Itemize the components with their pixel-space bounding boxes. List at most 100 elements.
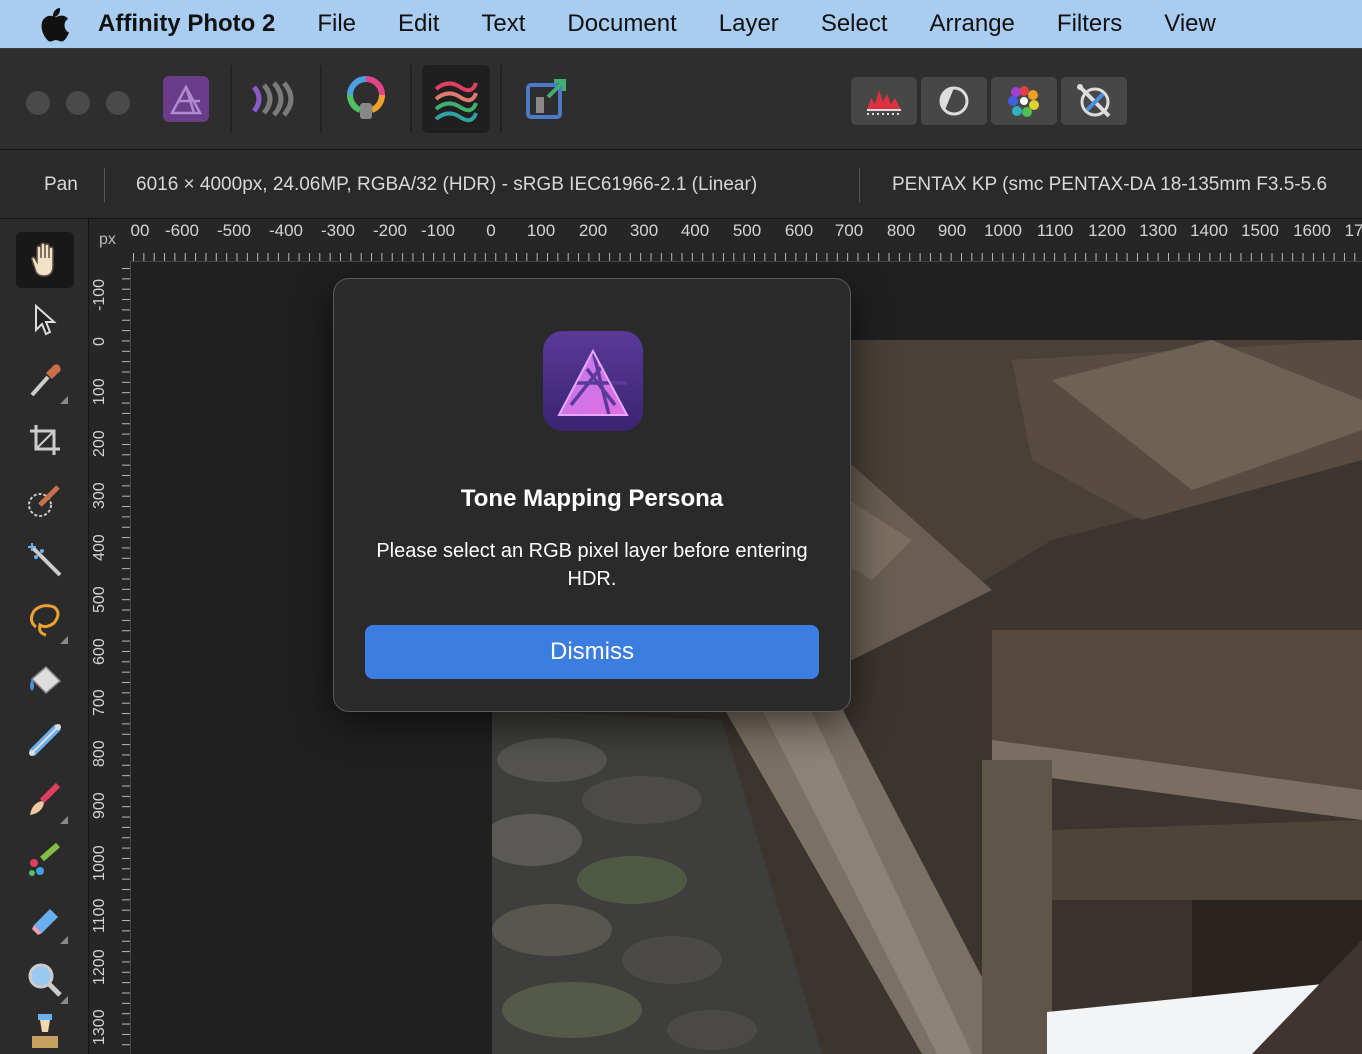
histogram-studio-button[interactable] xyxy=(851,77,917,125)
develop-persona-button[interactable] xyxy=(332,65,400,133)
ruler-label: 500 xyxy=(91,586,108,613)
tone-mapping-alert-dialog: Tone Mapping Persona Please select an RG… xyxy=(333,278,851,712)
menu-select[interactable]: Select xyxy=(821,10,888,38)
close-window-button[interactable] xyxy=(26,91,50,115)
paint-brush-icon xyxy=(30,782,61,815)
move-icon xyxy=(35,304,57,336)
ruler-corner: px xyxy=(89,219,130,261)
ruler-label: 800 xyxy=(91,740,108,767)
color-studio-button[interactable] xyxy=(991,77,1057,125)
liquify-persona-icon xyxy=(251,81,294,117)
ruler-label: 200 xyxy=(578,221,608,240)
menu-layer[interactable]: Layer xyxy=(719,10,779,38)
minimize-window-button[interactable] xyxy=(66,91,90,115)
ruler-label: 100 xyxy=(526,221,556,240)
ruler-label: 800 xyxy=(886,221,916,240)
ruler-label: 1200 xyxy=(1088,221,1126,240)
camera-info: PENTAX KP (smc PENTAX-DA 18-135mm F3.5-5… xyxy=(892,174,1328,195)
freehand-select-tool[interactable] xyxy=(16,592,74,648)
tone-mapping-persona-button[interactable] xyxy=(422,65,490,133)
ruler-label: 700 xyxy=(91,689,108,716)
ruler-label: 1600 xyxy=(1293,221,1331,240)
ruler-label: -100 xyxy=(91,278,108,311)
ruler-label: 1200 xyxy=(91,949,108,985)
affinity-photo-app-icon xyxy=(543,331,643,431)
zoom-tool[interactable] xyxy=(16,952,74,1008)
photo-persona-icon xyxy=(163,76,209,122)
tone-mapping-persona-icon xyxy=(434,81,478,123)
tools-panel xyxy=(0,219,89,1054)
current-tool-label: Pan xyxy=(44,174,78,195)
erase-brush-icon xyxy=(32,909,58,935)
ruler-label: 1300 xyxy=(1139,221,1177,240)
apple-logo-icon[interactable] xyxy=(38,6,70,42)
menu-text[interactable]: Text xyxy=(481,10,525,38)
crop-tool[interactable] xyxy=(16,412,74,468)
ruler-label: 600 xyxy=(784,221,814,240)
liquify-persona-button[interactable] xyxy=(242,65,310,133)
color-picker-tool[interactable] xyxy=(16,352,74,408)
vertical-ruler[interactable]: -100 0 100 200 300 400 500 600 700 800 9… xyxy=(89,261,131,1054)
develop-persona-icon xyxy=(346,76,386,119)
move-tool[interactable] xyxy=(16,292,74,348)
photo-persona-button[interactable] xyxy=(152,65,220,133)
adjustment-studio-button[interactable] xyxy=(921,77,987,125)
ruler-label: 600 xyxy=(91,638,108,665)
selection-brush-icon xyxy=(28,485,60,517)
zoom-window-button[interactable] xyxy=(106,91,130,115)
ruler-label: 900 xyxy=(937,221,967,240)
fill-tool[interactable] xyxy=(16,652,74,708)
ruler-label: 400 xyxy=(680,221,710,240)
ruler-label: 1100 xyxy=(1036,221,1074,240)
dialog-message: Please select an RGB pixel layer before … xyxy=(376,540,808,590)
ruler-label: 1000 xyxy=(91,845,108,881)
color-replacement-tool[interactable] xyxy=(16,832,74,888)
dismiss-button[interactable]: Dismiss xyxy=(365,625,819,679)
clone-tool[interactable] xyxy=(16,1012,74,1054)
ruler-label: 1100 xyxy=(91,898,108,933)
ruler-label: 1000 xyxy=(984,221,1022,240)
hand-tool[interactable] xyxy=(16,232,74,288)
paint-brush-tool[interactable] xyxy=(16,772,74,828)
navigator-studio-button[interactable] xyxy=(1061,77,1127,125)
hand-icon xyxy=(31,242,54,277)
selection-brush-tool[interactable] xyxy=(16,472,74,528)
gradient-tool[interactable] xyxy=(16,712,74,768)
toolbar xyxy=(0,48,1362,150)
ruler-label: 1500 xyxy=(1241,221,1279,240)
menu-view[interactable]: View xyxy=(1164,10,1216,38)
ruler-label: 17 xyxy=(1344,221,1362,240)
menu-arrange[interactable]: Arrange xyxy=(930,10,1015,38)
ruler-label: 0 xyxy=(486,221,496,240)
horizontal-ruler[interactable]: 00 -600 -500 -400 -300 -200 -100 0 100 2… xyxy=(130,219,1362,262)
context-toolbar: Pan 6016 × 4000px, 24.06MP, RGBA/32 (HDR… xyxy=(0,150,1362,219)
clone-icon xyxy=(32,1014,58,1048)
ruler-label: 900 xyxy=(91,792,108,819)
ruler-label: 200 xyxy=(91,430,108,457)
ruler-label: 300 xyxy=(629,221,659,240)
menu-bar: Affinity Photo 2 File Edit Text Document… xyxy=(0,0,1362,48)
menu-file[interactable]: File xyxy=(317,10,356,38)
menu-filters[interactable]: Filters xyxy=(1057,10,1122,38)
gradient-icon xyxy=(29,724,61,756)
ruler-label: 400 xyxy=(91,534,108,561)
export-persona-button[interactable] xyxy=(512,65,580,133)
flood-select-tool[interactable] xyxy=(16,532,74,588)
ruler-label: 500 xyxy=(732,221,762,240)
navigator-icon xyxy=(1077,84,1111,118)
app-name-menu[interactable]: Affinity Photo 2 xyxy=(98,10,275,38)
ruler-unit: px xyxy=(99,231,116,248)
ruler-label: -100 xyxy=(420,221,456,240)
ruler-label: 100 xyxy=(91,378,108,405)
menu-edit[interactable]: Edit xyxy=(398,10,439,38)
ruler-label: -600 xyxy=(164,221,200,240)
erase-brush-tool[interactable] xyxy=(16,892,74,948)
color-wheel-icon xyxy=(1008,86,1039,117)
fill-icon xyxy=(30,665,62,695)
ruler-label: 700 xyxy=(834,221,864,240)
ruler-label: 1400 xyxy=(1190,221,1228,240)
menu-document[interactable]: Document xyxy=(567,10,676,38)
zoom-icon xyxy=(28,963,62,997)
color-replacement-icon xyxy=(29,842,60,876)
ruler-label: -500 xyxy=(216,221,252,240)
